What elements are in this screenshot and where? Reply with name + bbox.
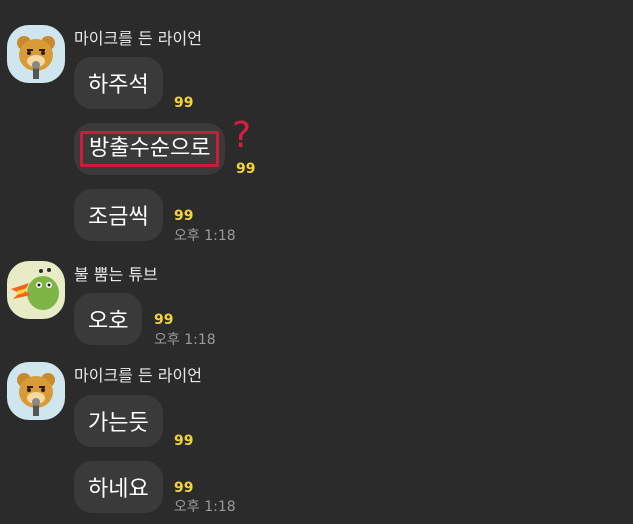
- avatar[interactable]: [7, 261, 65, 319]
- timestamp: 오후 1:18: [154, 332, 216, 348]
- lion-with-microphone-icon: [7, 25, 65, 83]
- timestamp: 오후 1:18: [174, 228, 236, 244]
- highlighted-message-text: 방출수순으로: [80, 131, 220, 167]
- fire-breathing-tube-icon: [7, 261, 65, 319]
- unread-count: 99: [174, 480, 194, 496]
- message-bubble[interactable]: 방출수순으로: [74, 123, 226, 175]
- message-bubble[interactable]: 하네요: [74, 461, 163, 513]
- unread-count: 99: [174, 95, 194, 111]
- unread-count: 99: [174, 433, 194, 449]
- unread-count: 99: [174, 208, 194, 224]
- unread-count: 99: [236, 161, 256, 177]
- message-text: 조금씩: [88, 205, 149, 230]
- message-bubble[interactable]: 가는듯: [74, 395, 163, 447]
- sender-name: 마이크를 든 라이언: [74, 29, 202, 48]
- timestamp: 오후 1:18: [174, 499, 236, 515]
- sender-name: 불 뿜는 튜브: [74, 265, 158, 284]
- avatar[interactable]: [7, 362, 65, 420]
- message-text: 하주석: [88, 73, 149, 98]
- message-bubble[interactable]: 조금씩: [74, 189, 163, 241]
- lion-with-microphone-icon: [7, 362, 65, 420]
- message-text: 가는듯: [88, 411, 149, 436]
- sender-name: 마이크를 든 라이언: [74, 366, 202, 385]
- message-bubble[interactable]: 하주석: [74, 57, 163, 109]
- message-text: 하네요: [88, 477, 149, 502]
- unread-count: 99: [154, 312, 174, 328]
- message-bubble[interactable]: 오호: [74, 293, 143, 345]
- question-mark-annotation: ?: [232, 115, 252, 156]
- avatar[interactable]: [7, 25, 65, 83]
- message-text: 오호: [88, 309, 129, 334]
